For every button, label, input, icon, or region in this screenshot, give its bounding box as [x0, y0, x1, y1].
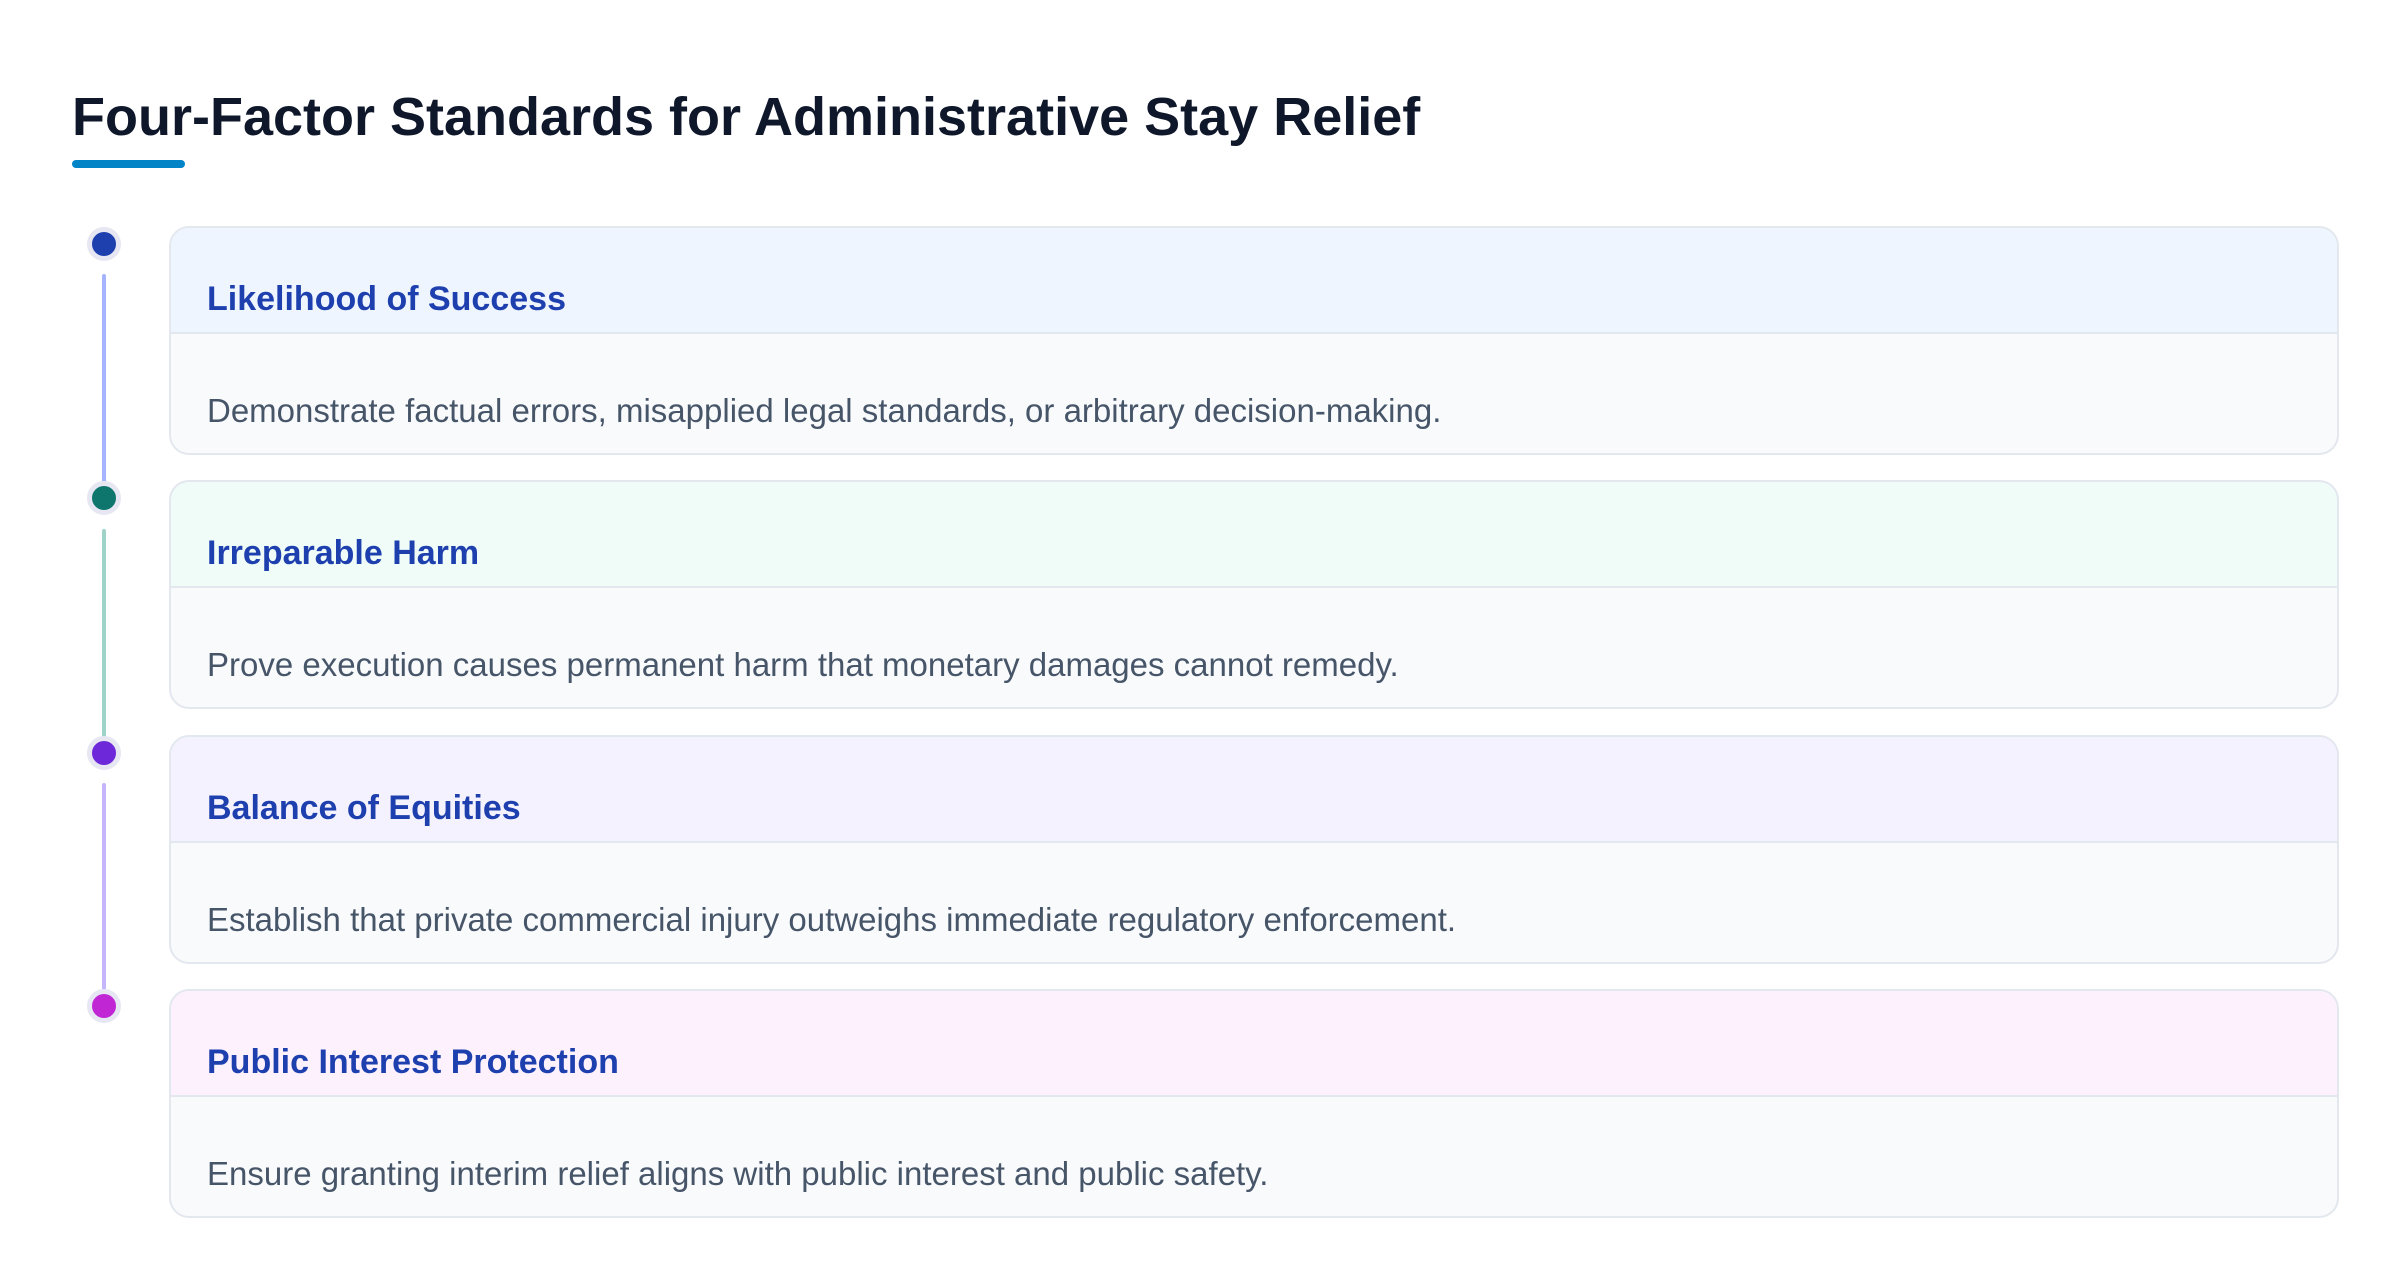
- timeline-connector: [102, 274, 106, 486]
- factor-card-irreparable-harm: Irreparable Harm Prove execution causes …: [169, 480, 2339, 709]
- title-underline: [72, 160, 185, 168]
- factor-card-header: Likelihood of Success: [171, 228, 2337, 334]
- timeline-dot: [87, 736, 121, 770]
- timeline-connector: [102, 783, 106, 995]
- factor-title: Irreparable Harm: [207, 534, 480, 572]
- timeline-dot: [87, 481, 121, 515]
- timeline-dot: [87, 227, 121, 261]
- page-title: Four-Factor Standards for Administrative…: [72, 87, 1421, 147]
- timeline-connector: [102, 529, 106, 740]
- factor-description: Demonstrate factual errors, misapplied l…: [207, 392, 1442, 429]
- timeline-dot: [87, 989, 121, 1023]
- factor-card-balance-of-equities: Balance of Equities Establish that priva…: [169, 735, 2339, 964]
- factor-description: Ensure granting interim relief aligns wi…: [207, 1155, 1269, 1192]
- factor-title: Balance of Equities: [207, 789, 521, 827]
- factor-title: Public Interest Protection: [207, 1043, 619, 1081]
- factor-card-public-interest-protection: Public Interest Protection Ensure granti…: [169, 989, 2339, 1218]
- factor-description: Establish that private commercial injury…: [207, 901, 1457, 938]
- factor-description: Prove execution causes permanent harm th…: [207, 646, 1399, 683]
- factor-card-header: Balance of Equities: [171, 737, 2337, 843]
- factor-title: Likelihood of Success: [207, 280, 566, 318]
- factor-card-body: Ensure granting interim relief aligns wi…: [171, 1097, 2337, 1194]
- factor-card-likelihood-of-success: Likelihood of Success Demonstrate factua…: [169, 226, 2339, 455]
- factor-card-header: Public Interest Protection: [171, 991, 2337, 1097]
- factor-card-body: Prove execution causes permanent harm th…: [171, 588, 2337, 685]
- factor-card-body: Establish that private commercial injury…: [171, 843, 2337, 940]
- factor-card-body: Demonstrate factual errors, misapplied l…: [171, 334, 2337, 431]
- factor-card-header: Irreparable Harm: [171, 482, 2337, 588]
